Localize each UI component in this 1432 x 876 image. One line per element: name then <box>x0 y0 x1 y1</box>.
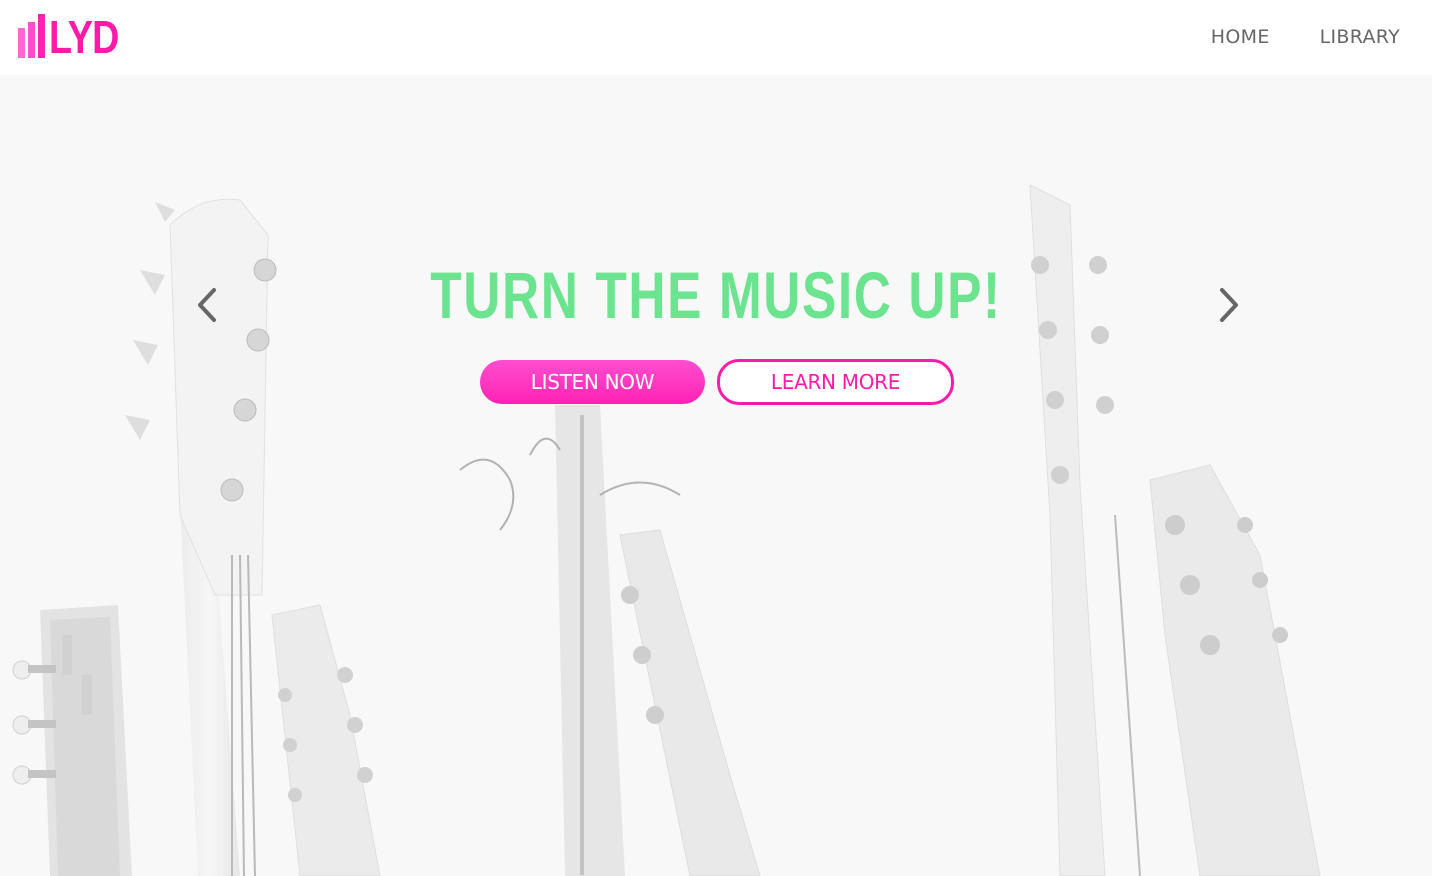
logo[interactable]: LYD <box>18 12 134 60</box>
site-header: LYD HOME LIBRARY <box>0 0 1432 75</box>
chevron-right-icon <box>1220 288 1238 322</box>
page: LYD HOME LIBRARY TURN THE MUSIC UP! LIST… <box>0 0 1432 876</box>
equalizer-icon <box>18 12 45 60</box>
main-nav: HOME LIBRARY <box>1211 26 1400 48</box>
nav-home-link[interactable]: HOME <box>1211 26 1270 48</box>
listen-now-button[interactable]: LISTEN NOW <box>480 360 705 404</box>
hero-background-image <box>0 75 1432 876</box>
learn-more-button[interactable]: LEARN MORE <box>717 359 954 405</box>
nav-library-link[interactable]: LIBRARY <box>1320 26 1400 48</box>
logo-text: LYD <box>49 11 119 63</box>
hero-carousel: TURN THE MUSIC UP! LISTEN NOW LEARN MORE <box>0 75 1432 876</box>
carousel-next-button[interactable] <box>1208 280 1248 330</box>
hero-headline: TURN THE MUSIC UP! <box>430 258 1002 332</box>
